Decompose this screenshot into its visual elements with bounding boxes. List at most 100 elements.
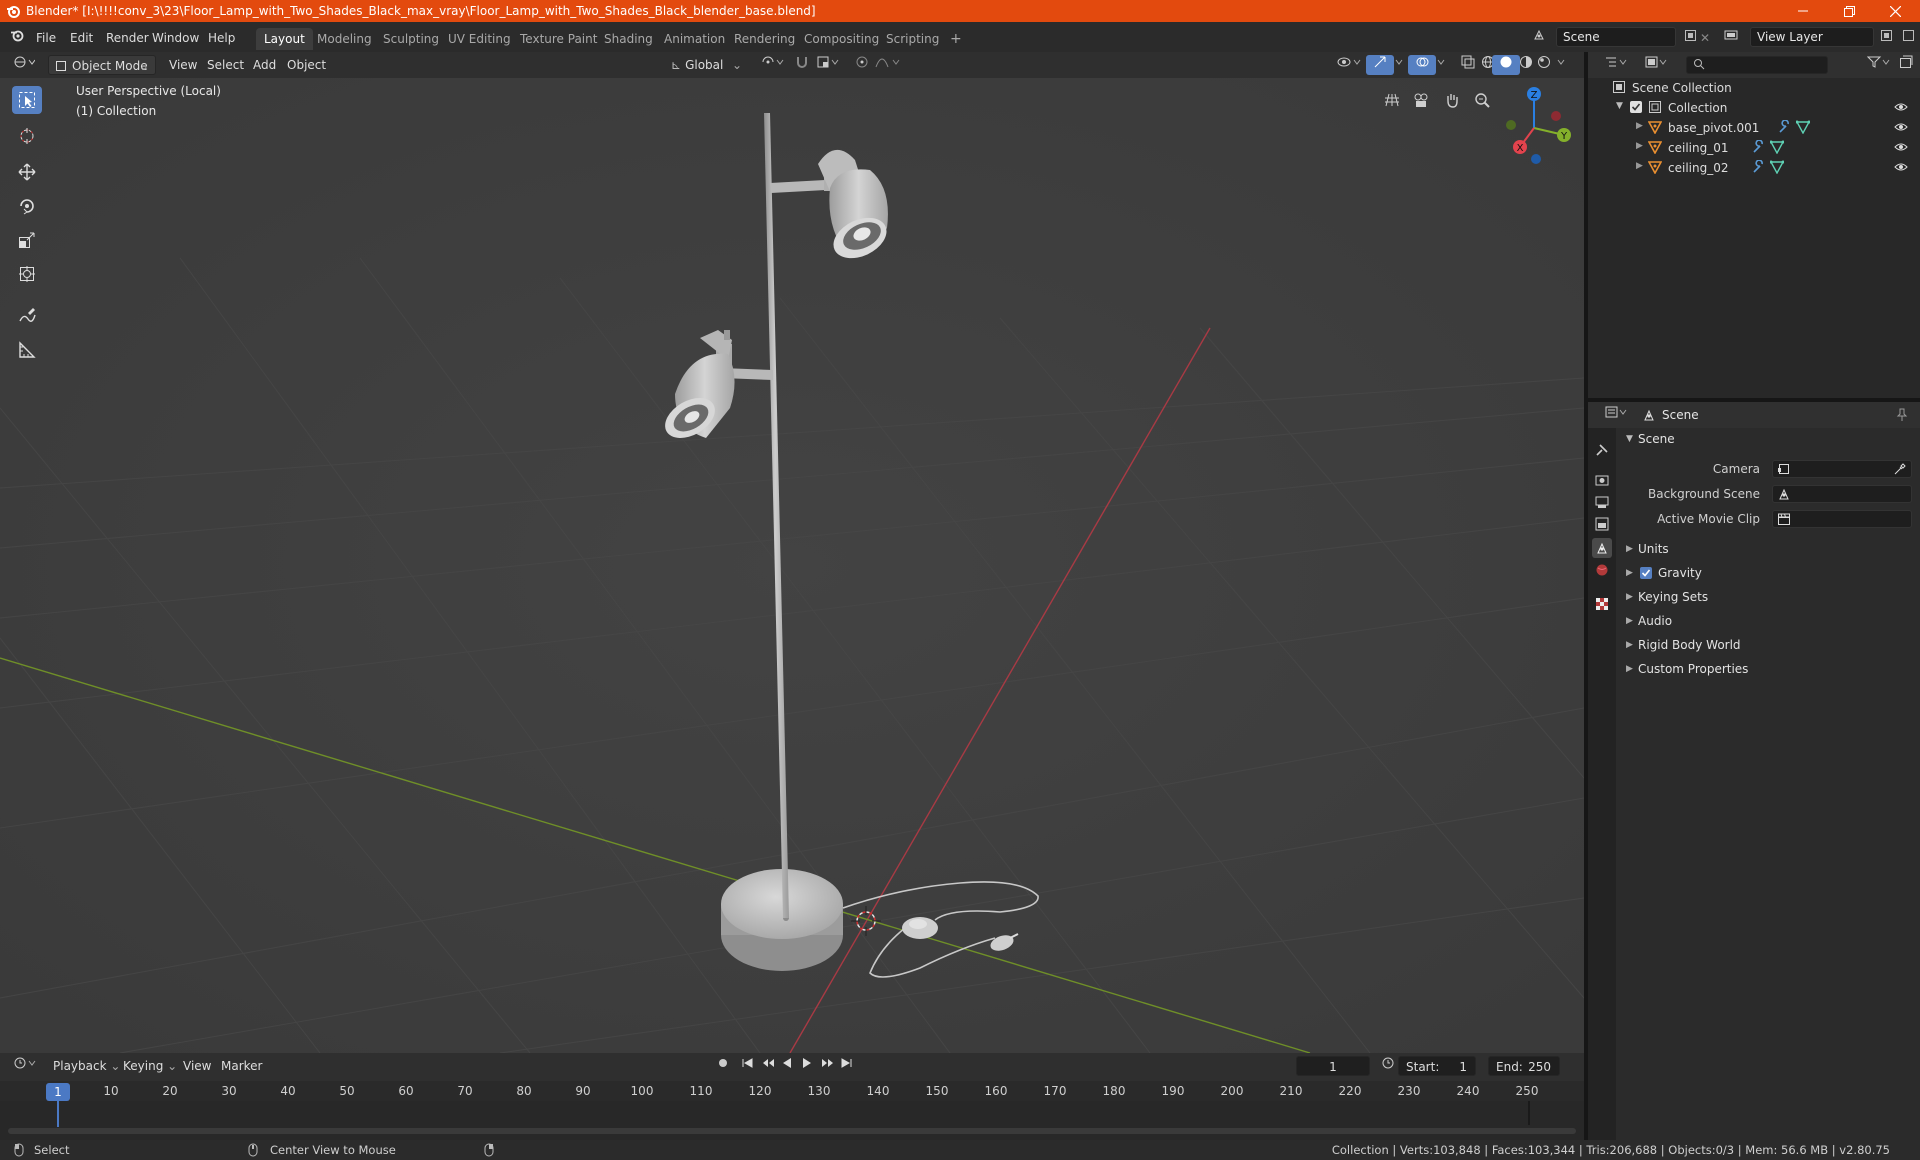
outliner-object-row[interactable]: ▶ ceiling_02 [1588,158,1920,178]
navigation-gizmo[interactable]: Z Y X [1494,82,1584,172]
view-layer-field[interactable]: View Layer [1750,27,1874,47]
menu-file[interactable]: File [30,28,62,48]
close-button[interactable] [1872,0,1918,22]
display-mode-icon[interactable] [1638,55,1676,75]
falloff-icon[interactable] [868,55,910,75]
remove-view-layer-icon[interactable] [1896,28,1920,48]
pivot-point-icon[interactable] [754,55,792,75]
tab-layout[interactable]: Layout [256,28,313,50]
eyedropper-icon[interactable] [1893,462,1907,479]
3d-viewport[interactable]: User Perspective (Local) (1) Collection … [0,78,1584,1053]
outliner-object-row[interactable]: ▶ ceiling_01 [1588,138,1920,158]
current-frame-field[interactable]: 1 [1296,1056,1370,1076]
jump-end-button[interactable] [834,1056,860,1076]
menu-select[interactable]: Select [200,55,251,75]
delete-scene-icon[interactable]: ✕ [1694,28,1716,48]
expand-arrow-icon[interactable]: ▶ [1636,141,1643,151]
annotate-tool-icon[interactable] [12,302,42,330]
gravity-panel-header[interactable]: ▶ Gravity [1620,562,1916,584]
scene-field[interactable]: Scene [1556,27,1676,47]
expand-arrow-icon[interactable]: ▶ [1636,121,1643,131]
menu-window[interactable]: Window [146,28,205,48]
tab-uv-editing[interactable]: UV Editing [440,28,519,50]
tab-modeling[interactable]: Modeling [309,28,380,50]
menu-add[interactable]: Add [246,55,283,75]
move-tool-icon[interactable] [12,158,42,186]
end-frame-field[interactable]: End: 250 [1488,1056,1560,1076]
timeline-scrollbar[interactable] [8,1128,1576,1134]
texture-properties-tab-icon[interactable] [1592,594,1612,614]
eye-icon[interactable] [1894,101,1908,116]
menu-marker[interactable]: Marker [214,1056,269,1076]
units-panel-header[interactable]: ▶ Units [1620,538,1916,560]
lamp-base[interactable] [721,869,843,971]
transform-tool-icon[interactable] [12,260,42,288]
rigid-body-world-panel-header[interactable]: ▶ Rigid Body World [1620,634,1916,656]
custom-properties-panel-header[interactable]: ▶ Custom Properties [1620,658,1916,680]
camera-view-icon[interactable] [1410,88,1434,112]
tab-animation[interactable]: Animation [656,28,733,50]
outliner-search-input[interactable] [1686,56,1828,74]
expand-collapse-icon[interactable]: ▼ [1616,101,1623,111]
shading-dropdown-icon[interactable] [1550,55,1574,75]
restore-button[interactable] [1826,0,1872,22]
new-collection-icon[interactable] [1892,55,1920,75]
tab-rendering[interactable]: Rendering [726,28,803,50]
world-properties-tab-icon[interactable] [1592,560,1612,580]
record-button[interactable] [710,1056,736,1076]
outliner-collection[interactable]: ▼ Collection [1588,98,1920,118]
menu-keying[interactable]: Keying ⌄ [116,1056,184,1076]
outliner-editor-type-icon[interactable] [1598,55,1636,75]
properties-editor-type-icon[interactable] [1598,405,1636,425]
minimize-button[interactable] [1780,0,1826,22]
cable-switch[interactable] [902,917,938,939]
playhead-frame-badge[interactable]: 1 [46,1083,70,1101]
menu-object[interactable]: Object [280,55,333,75]
zoom-view-icon[interactable] [1470,88,1494,112]
outliner-object-row[interactable]: ▶ base_pivot.001 [1588,118,1920,138]
start-frame-field[interactable]: Start: 1 [1398,1056,1476,1076]
scene-panel-header[interactable]: ▼ Scene [1620,428,1916,450]
gravity-checkbox[interactable] [1640,567,1652,579]
transform-orientation-dropdown[interactable]: ⊾ Global ⌄ [664,55,746,75]
expand-arrow-icon[interactable]: ▶ [1636,161,1643,171]
scale-tool-icon[interactable] [12,226,42,254]
pin-icon[interactable] [1896,408,1908,425]
keying-sets-panel-header[interactable]: ▶ Keying Sets [1620,586,1916,608]
scene-browse-icon[interactable] [1526,28,1552,48]
overlays-dropdown-icon[interactable] [1430,55,1454,75]
camera-field[interactable] [1772,460,1912,478]
select-box-tool-icon[interactable] [12,86,42,114]
tool-properties-tab-icon[interactable] [1592,440,1612,460]
scene-properties-tab-icon[interactable] [1592,538,1612,558]
eye-icon[interactable] [1894,161,1908,176]
exclude-checkbox[interactable] [1630,101,1642,113]
editor-type-icon[interactable] [6,55,42,75]
eye-icon[interactable] [1894,121,1908,136]
timeline-editor-type-icon[interactable] [6,1056,46,1076]
cursor-tool-icon[interactable] [12,122,42,150]
menu-view[interactable]: View [162,55,204,75]
eye-icon[interactable] [1894,141,1908,156]
tab-compositing[interactable]: Compositing [796,28,887,50]
menu-timeline-view[interactable]: View [176,1056,218,1076]
mode-dropdown[interactable]: Object Mode ⌄ [48,55,156,75]
outliner-scene-collection[interactable]: Scene Collection [1588,78,1920,98]
active-movie-clip-field[interactable] [1772,510,1912,528]
menu-edit[interactable]: Edit [64,28,99,48]
blender-menu-icon[interactable] [4,28,30,48]
measure-tool-icon[interactable] [12,336,42,364]
add-workspace-button[interactable]: + [942,28,970,50]
toggle-grid-view-icon[interactable] [1380,88,1404,112]
pan-view-icon[interactable] [1440,88,1464,112]
tab-sculpting[interactable]: Sculpting [375,28,447,50]
tab-scripting[interactable]: Scripting [878,28,947,50]
audio-panel-header[interactable]: ▶ Audio [1620,610,1916,632]
snap-target-icon[interactable] [810,55,848,75]
menu-help[interactable]: Help [202,28,241,48]
view-layer-browse-icon[interactable] [1718,28,1744,48]
scene-canvas[interactable] [0,78,1584,1053]
background-scene-field[interactable] [1772,485,1912,503]
rotate-tool-icon[interactable] [12,192,42,220]
tab-texture-paint[interactable]: Texture Paint [512,28,605,50]
